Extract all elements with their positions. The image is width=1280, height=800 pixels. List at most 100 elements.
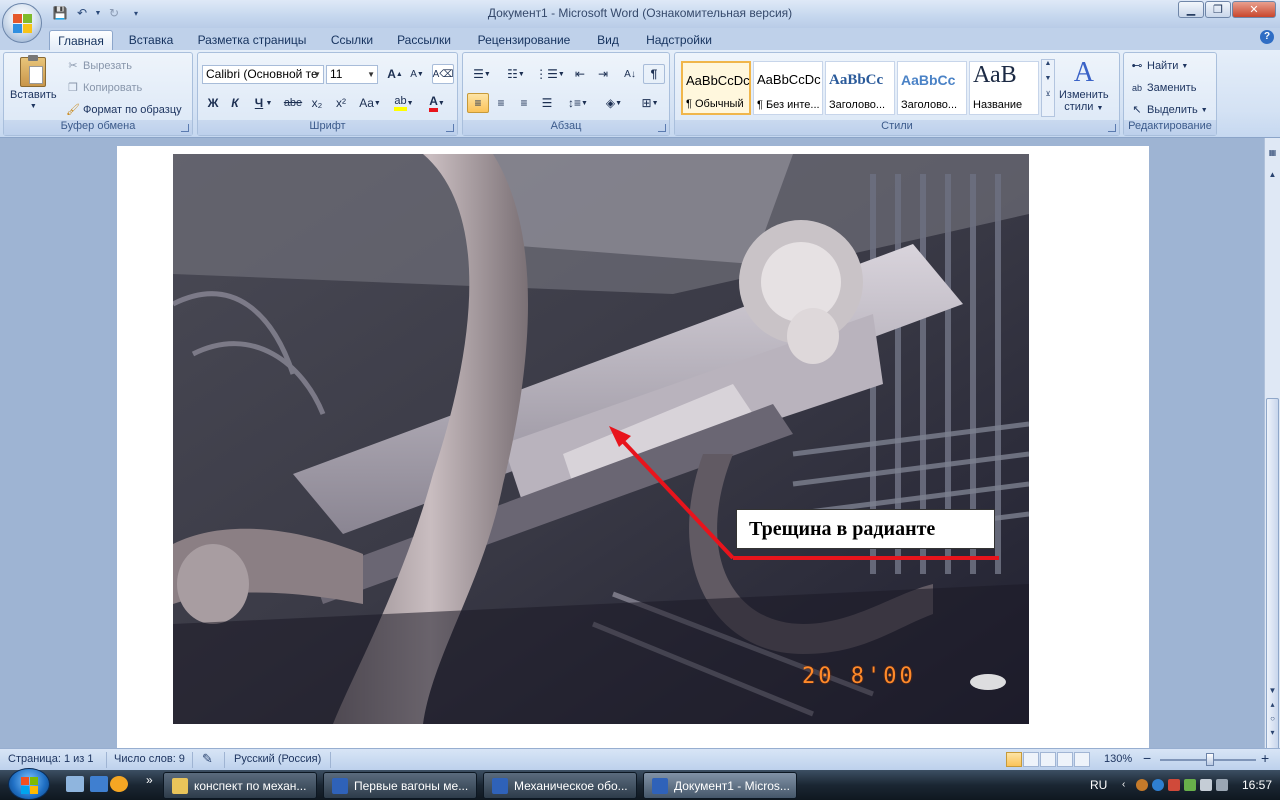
tab-addins[interactable]: Надстройки [640,30,718,50]
underline-dropdown-icon[interactable]: ▼ [264,93,274,113]
zoom-slider-thumb[interactable] [1206,753,1214,766]
quick-launch-more-icon[interactable]: » [146,773,153,787]
change-styles-button[interactable]: A Изменить стили ▼ [1059,57,1109,113]
styles-gallery-scroll[interactable]: ▲ ▼ ⊻ [1041,59,1055,117]
ruler-toggle-icon[interactable]: ▦ [1266,148,1279,162]
browse-object-icon[interactable]: ○ [1266,714,1279,728]
office-button[interactable] [2,3,42,43]
bullets-button[interactable]: ☰ ▼ [467,64,497,84]
explorer-quick-launch-icon[interactable] [90,776,108,792]
tab-view[interactable]: Вид [590,30,626,50]
line-spacing-button[interactable]: ↕≡ ▼ [563,93,593,113]
find-button[interactable]: ⊷ Найти ▼ [1130,59,1189,73]
paragraph-launcher-icon[interactable] [658,124,666,132]
align-right-button[interactable]: ≡ [513,93,535,113]
decrease-indent-button[interactable]: ⇤ [569,64,591,84]
draft-view-icon[interactable] [1074,752,1090,767]
align-center-button[interactable]: ≡ [490,93,512,113]
highlight-button[interactable]: ab ▼ [390,93,418,113]
close-button[interactable]: ✕ [1232,1,1276,18]
font-name-combo[interactable]: Calibri (Основной те ▼ [202,65,324,84]
previous-page-icon[interactable]: ▴ [1266,700,1279,714]
grow-font-button[interactable]: A ▲ [384,64,406,84]
select-button[interactable]: ↖ Выделить ▼ [1130,103,1207,117]
style-no-spacing[interactable]: AaBbCcDc ¶ Без инте... [753,61,823,115]
clear-formatting-button[interactable]: A⌫ [432,64,454,84]
callout-label[interactable]: Трещина в радианте [736,509,995,549]
styles-launcher-icon[interactable] [1108,124,1116,132]
zoom-out-button[interactable]: − [1143,750,1151,766]
scroll-down-icon[interactable]: ▼ [1266,686,1279,700]
style-heading-1[interactable]: AaBbCc Заголово... [825,61,895,115]
taskbar-item[interactable]: конспект по механ... [163,772,317,799]
shrink-font-button[interactable]: A ▼ [406,64,428,84]
help-icon[interactable]: ? [1260,30,1274,44]
tab-references[interactable]: Ссылки [324,30,380,50]
scroll-down-icon[interactable]: ▼ [1042,75,1054,82]
print-layout-view-icon[interactable] [1006,752,1022,767]
web-layout-view-icon[interactable] [1040,752,1056,767]
strikethrough-button[interactable]: abe [282,93,304,113]
style-normal[interactable]: AaBbCcDc ¶ Обычный [681,61,751,115]
paste-button[interactable]: Вставить ▼ [10,55,57,110]
tab-mailings[interactable]: Рассылки [391,30,457,50]
input-language[interactable]: RU [1090,778,1107,792]
language-indicator[interactable]: Русский (Россия) [234,753,321,765]
bold-button[interactable]: Ж [202,93,224,113]
borders-button[interactable]: ⊞ ▼ [635,93,665,113]
tab-home[interactable]: Главная [49,30,113,50]
sort-button[interactable]: A↓ [619,64,641,84]
network-icon[interactable] [1200,779,1212,791]
maximize-button[interactable]: ❐ [1205,1,1231,18]
next-page-icon[interactable]: ▾ [1266,728,1279,742]
tray-app-icon[interactable] [1184,779,1196,791]
zoom-level[interactable]: 130% [1104,753,1132,765]
scroll-up-icon[interactable]: ▲ [1266,170,1279,184]
word-count[interactable]: Число слов: 9 [114,753,185,765]
taskbar-item[interactable]: Механическое обо... [483,772,637,799]
align-left-button[interactable]: ≡ [467,93,489,113]
numbering-button[interactable]: ☷ ▼ [501,64,531,84]
scroll-up-icon[interactable]: ▲ [1042,60,1054,67]
document-photo[interactable] [173,154,1029,724]
volume-icon[interactable] [1216,779,1228,791]
italic-button[interactable]: К [224,93,246,113]
zoom-in-button[interactable]: + [1261,750,1269,766]
gallery-more-icon[interactable]: ⊻ [1042,90,1054,98]
tray-app-icon[interactable] [1168,779,1180,791]
format-painter-button[interactable]: 🖌 Формат по образцу [66,103,182,117]
font-color-button[interactable]: A ▼ [422,93,452,113]
vertical-scrollbar[interactable]: ▦ ▲ ▼ ▴ ○ ▾ [1264,138,1280,800]
replace-button[interactable]: ab Заменить [1130,81,1196,95]
show-desktop-icon[interactable] [66,776,84,792]
justify-button[interactable]: ☰ [536,93,558,113]
subscript-button[interactable]: x₂ [306,93,328,113]
clock[interactable]: 16:57 [1242,778,1272,792]
tab-page-layout[interactable]: Разметка страницы [192,30,312,50]
spelling-check-icon[interactable]: ✎ [202,751,213,767]
show-marks-button[interactable]: ¶ [643,64,665,84]
font-size-combo[interactable]: 11 ▼ [326,65,378,84]
style-title[interactable]: АаВ Название [969,61,1039,115]
increase-indent-button[interactable]: ⇥ [592,64,614,84]
tray-app-icon[interactable] [1136,779,1148,791]
tray-app-icon[interactable] [1152,779,1164,791]
font-launcher-icon[interactable] [446,124,454,132]
tab-insert[interactable]: Вставка [122,30,180,50]
full-screen-reading-view-icon[interactable] [1023,752,1039,767]
page-count[interactable]: Страница: 1 из 1 [8,753,94,765]
tray-expand-icon[interactable]: ‹ [1122,779,1134,791]
minimize-button[interactable]: ▁ [1178,1,1204,18]
change-case-button[interactable]: Aa ▼ [356,93,384,113]
taskbar-item[interactable]: Первые вагоны ме... [323,772,477,799]
style-heading-2[interactable]: AaBbCc Заголово... [897,61,967,115]
copy-button[interactable]: ❐ Копировать [66,81,142,95]
taskbar-item-active[interactable]: Документ1 - Micros... [643,772,797,799]
superscript-button[interactable]: x² [330,93,352,113]
cut-button[interactable]: ✂ Вырезать [66,59,132,73]
shading-button[interactable]: ◈ ▼ [599,93,629,113]
start-button[interactable] [8,768,50,800]
multilevel-list-button[interactable]: ⋮☰ ▼ [535,64,565,84]
clipboard-launcher-icon[interactable] [181,124,189,132]
tab-review[interactable]: Рецензирование [472,30,576,50]
